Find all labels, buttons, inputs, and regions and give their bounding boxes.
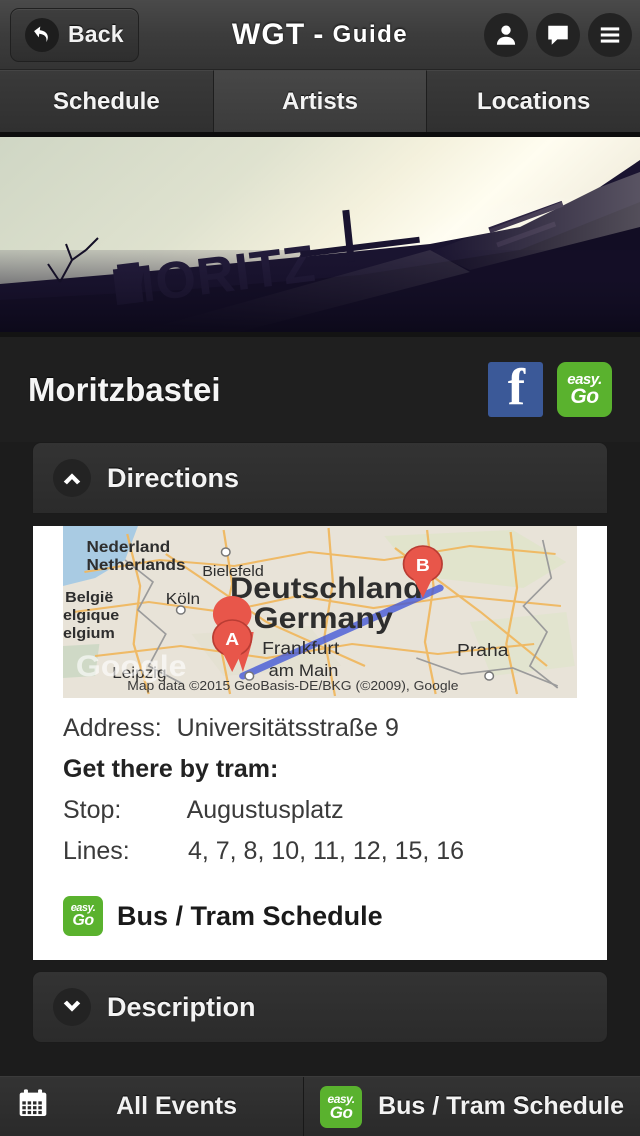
back-button[interactable]: Back	[10, 7, 139, 62]
lines-row: Lines: 4, 7, 8, 10, 11, 12, 15, 16	[63, 831, 577, 872]
lines-label: Lines:	[63, 837, 130, 865]
location-map[interactable]: Nederland Netherlands Bielefeld België e…	[63, 526, 577, 698]
svg-text:Praha: Praha	[457, 640, 509, 660]
top-bar-icons	[484, 0, 632, 70]
svg-text:Frankfurt: Frankfurt	[262, 638, 340, 658]
lines-value: 4, 7, 8, 10, 11, 12, 15, 16	[187, 837, 465, 865]
svg-text:Nederland: Nederland	[87, 538, 171, 556]
chevron-down-icon	[53, 988, 91, 1026]
social-links: easy. Go	[488, 362, 612, 417]
back-arrow-icon	[25, 17, 59, 52]
svg-text:am Main: am Main	[269, 661, 339, 680]
app-title-separator: -	[313, 18, 325, 51]
tram-heading: Get there by tram:	[63, 755, 279, 783]
easygo-icon: easy. Go	[63, 896, 103, 936]
description-panel-title: Description	[107, 991, 256, 1022]
easygo-bottom-text: Go	[570, 385, 599, 408]
directions-panel-body: Nederland Netherlands Bielefeld België e…	[32, 526, 608, 961]
app-title-main: WGT	[231, 18, 306, 51]
svg-text:Deutschland: Deutschland	[230, 571, 423, 605]
bus-tram-schedule-label: Bus / Tram Schedule	[378, 1092, 624, 1120]
venue-hero-image: MORITZ	[0, 132, 640, 337]
bottom-toolbar: All Events easy. Go Bus / Tram Schedule	[0, 1076, 640, 1136]
stop-label: Stop:	[63, 796, 122, 824]
address-row: Address: Universitätsstraße 9	[63, 708, 577, 749]
bus-tram-schedule-label: Bus / Tram Schedule	[117, 900, 383, 931]
stop-value: Augustusplatz	[186, 796, 344, 824]
venue-header-row: Moritzbastei easy. Go	[0, 337, 640, 442]
svg-text:Netherlands: Netherlands	[87, 556, 186, 574]
description-panel-header[interactable]: Description	[32, 971, 608, 1043]
directions-details: Address: Universitätsstraße 9 Get there …	[33, 704, 607, 882]
calendar-icon	[16, 1088, 50, 1125]
page-title: Moritzbastei	[28, 370, 221, 408]
tab-locations[interactable]: Locations	[427, 70, 640, 132]
chat-icon[interactable]	[536, 13, 580, 57]
easygo-icon[interactable]: easy. Go	[557, 362, 612, 417]
map-attribution: Map data ©2015 GeoBasis-DE/BKG (©2009), …	[127, 678, 458, 692]
all-events-label: All Events	[116, 1092, 237, 1120]
facebook-icon[interactable]	[488, 362, 543, 417]
section-tab-bar: Schedule Artists Locations	[0, 70, 640, 132]
tab-artists[interactable]: Artists	[213, 70, 428, 132]
accordion-panels: Directions Nederland Netherlands Bielefe…	[0, 442, 640, 1043]
app-title-rest: Guide	[332, 21, 409, 48]
user-icon[interactable]	[484, 13, 528, 57]
all-events-button[interactable]: All Events	[0, 1077, 305, 1136]
app-root: Back WGT - Guide Schedule Artists Locati…	[0, 0, 640, 1136]
svg-text:Germany: Germany	[254, 601, 394, 635]
stop-row: Stop: Augustusplatz	[63, 790, 577, 831]
easygo-icon: easy. Go	[320, 1085, 363, 1128]
easygo-bottom-text: Go	[72, 912, 94, 929]
address-label: Address:	[63, 714, 162, 742]
top-navigation-bar: Back WGT - Guide	[0, 0, 640, 70]
easygo-bottom-text: Go	[329, 1102, 353, 1122]
menu-icon[interactable]	[588, 13, 632, 57]
svg-text:elgium: elgium	[63, 625, 115, 641]
directions-panel-title: Directions	[107, 462, 240, 493]
bus-tram-schedule-button[interactable]: easy. Go Bus / Tram Schedule	[304, 1077, 640, 1136]
svg-text:B: B	[416, 555, 430, 575]
svg-text:Köln: Köln	[166, 590, 200, 608]
address-value: Universitätsstraße 9	[176, 714, 399, 742]
back-button-label: Back	[68, 21, 124, 47]
chevron-up-icon	[53, 459, 91, 497]
directions-panel-header[interactable]: Directions	[32, 442, 608, 514]
svg-text:België: België	[65, 589, 114, 605]
svg-text:elgique: elgique	[63, 607, 120, 623]
tab-schedule[interactable]: Schedule	[0, 70, 214, 132]
bus-tram-schedule-link[interactable]: easy. Go Bus / Tram Schedule	[33, 882, 607, 960]
map-canvas: Nederland Netherlands Bielefeld België e…	[63, 526, 577, 698]
svg-text:A: A	[225, 629, 239, 649]
hero-photo: MORITZ	[0, 132, 640, 337]
